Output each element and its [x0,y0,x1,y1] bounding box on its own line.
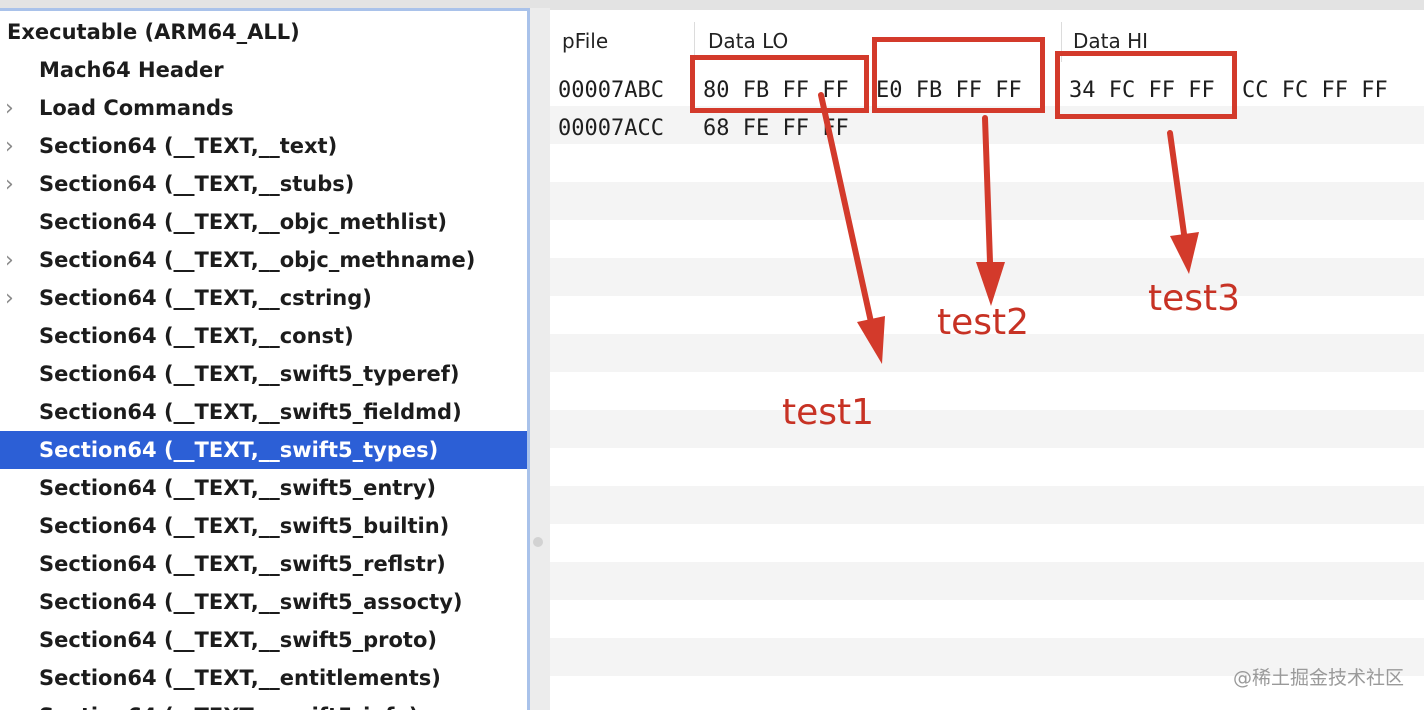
tree-item[interactable]: Mach64 Header [0,51,527,89]
tree-item-label: Section64 (__TEXT,__text) [39,134,338,158]
hex-bytes-lo-1[interactable]: 68 FE FF FF [703,116,849,141]
tree-item-label: Section64 (__TEXT,__swift5_proto) [39,628,437,652]
hex-data-panel: pFile Data LO Data HI 00007ABC 80 FB FF … [550,10,1424,710]
tree-item-label: Section64 (__TEXT,__objc_methname) [39,248,476,272]
annotation-label-test3: test3 [1148,278,1241,319]
tree-item[interactable]: › Section64 (__TEXT,__cstring) [0,279,527,317]
hex-row-background [550,524,1424,562]
section-tree-sidebar[interactable]: Executable (ARM64_ALL) Mach64 Header › Load… [0,8,530,710]
tree-item-label: Load Commands [39,96,234,120]
tree-item[interactable]: Section64 (__TEXT,__swift5_builtin) [0,507,527,545]
column-header-data-lo[interactable]: Data LO [708,29,788,53]
tree-item[interactable]: Section64 (__TEXT,__swift5_types) [0,431,527,469]
tree-item-label: Section64 (__TEXT,__swift5_builtin) [39,514,450,538]
hex-row-background [550,372,1424,410]
chevron-right-icon[interactable]: › [5,286,21,311]
tree-item[interactable]: Section64 (__TEXT,__swift5_assocty) [0,583,527,621]
tree-item-label: Section64 (__TEXT,__swift5_typeref) [39,362,460,386]
annotation-box-test3 [1055,51,1237,119]
row-offset[interactable]: 00007ABC [558,78,664,103]
chevron-right-icon[interactable]: › [5,96,21,121]
annotation-box-test2 [872,37,1045,113]
tree-item[interactable]: Section64 (__TEXT,__swift5_reflstr) [0,545,527,583]
tree-item-label: Section64 (__TEXT,__objc_methlist) [39,210,447,234]
hex-row-background [550,144,1424,182]
tree-item[interactable]: Section64 (__TEXT,__swift5_info) [0,697,527,710]
hex-row-background [550,562,1424,600]
tree-item-label: Section64 (__TEXT,__const) [39,324,354,348]
hex-row-background [550,258,1424,296]
tree-item-label: Section64 (__TEXT,__swift5_reflstr) [39,552,446,576]
tree-item[interactable]: Section64 (__TEXT,__entitlements) [0,659,527,697]
tree-item-label: Mach64 Header [39,58,224,82]
annotation-box-test1 [690,55,869,113]
column-header-data-hi[interactable]: Data HI [1073,29,1148,53]
hex-row-background [550,182,1424,220]
tree-item[interactable]: Section64 (__TEXT,__swift5_fieldmd) [0,393,527,431]
tree-item-label: Section64 (__TEXT,__entitlements) [39,666,441,690]
tree-item-label: Section64 (__TEXT,__swift5_types) [39,438,439,462]
tree-item[interactable]: › Section64 (__TEXT,__stubs) [0,165,527,203]
tree-item-label: Section64 (__TEXT,__stubs) [39,172,355,196]
hex-row-background [550,410,1424,448]
tree-item-label: Section64 (__TEXT,__swift5_assocty) [39,590,463,614]
tree-item[interactable]: › Section64 (__TEXT,__objc_methname) [0,241,527,279]
tree-item[interactable]: Section64 (__TEXT,__swift5_proto) [0,621,527,659]
chevron-right-icon[interactable]: › [5,134,21,159]
tree-item-label: Section64 (__TEXT,__swift5_fieldmd) [39,400,462,424]
hex-bytes-hi-2[interactable]: CC FC FF FF [1242,78,1388,103]
tree-item[interactable]: Section64 (__TEXT,__swift5_entry) [0,469,527,507]
tree-item-label: Executable (ARM64_ALL) [7,20,300,44]
tree-item[interactable]: › Section64 (__TEXT,__text) [0,127,527,165]
annotation-label-test2: test2 [937,302,1030,343]
tree-item[interactable]: Section64 (__TEXT,__const) [0,317,527,355]
hex-row-background [550,486,1424,524]
row-offset[interactable]: 00007ACC [558,116,664,141]
tree-item-label: Section64 (__TEXT,__cstring) [39,286,372,310]
column-header-pfile[interactable]: pFile [562,29,608,53]
tree-root-item[interactable]: Executable (ARM64_ALL) [0,13,527,51]
hex-row-background [550,448,1424,486]
tree-item[interactable]: Section64 (__TEXT,__objc_methlist) [0,203,527,241]
tree-item-label: Section64 (__TEXT,__swift5_entry) [39,476,436,500]
watermark: @稀土掘金技术社区 [1232,667,1404,689]
annotation-label-test1: test1 [782,392,875,433]
tree-item[interactable]: Section64 (__TEXT,__swift5_typeref) [0,355,527,393]
splitter-handle[interactable] [533,537,543,547]
chevron-right-icon[interactable]: › [5,172,21,197]
hex-row-background [550,600,1424,638]
tree-item-label: Section64 (__TEXT,__swift5_info) [39,704,418,710]
hex-row-background [550,220,1424,258]
tree-item[interactable]: › Load Commands [0,89,527,127]
chevron-right-icon[interactable]: › [5,248,21,273]
split-view-divider[interactable] [530,8,550,710]
